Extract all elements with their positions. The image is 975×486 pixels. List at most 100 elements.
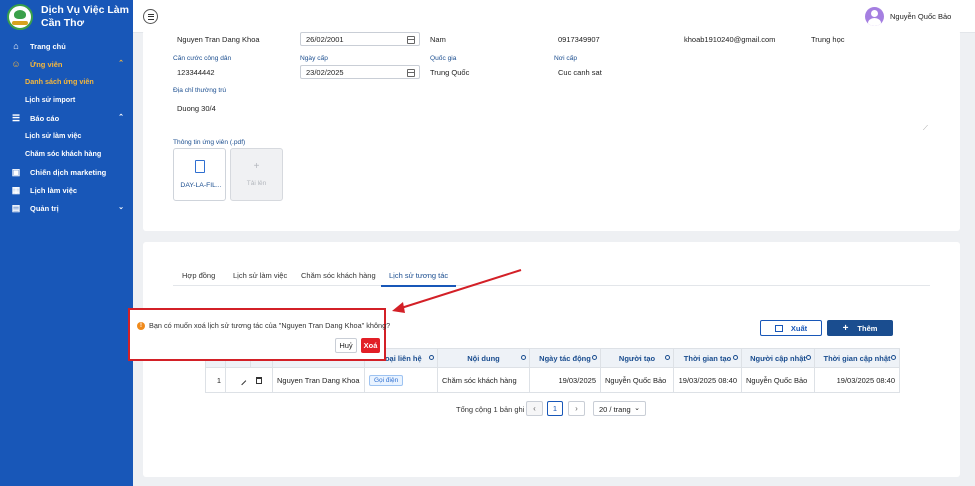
avatar[interactable] <box>865 7 884 26</box>
sidebar-item-candidates[interactable]: ☺ Ứng viên ⌃ <box>0 55 133 73</box>
page-size-value: 20 / trang <box>599 405 631 414</box>
edit-icon[interactable] <box>237 376 247 385</box>
cell-created-at: 19/03/2025 08:40 <box>674 368 742 393</box>
menu-toggle-icon[interactable] <box>143 9 158 24</box>
page-1-button[interactable]: 1 <box>547 401 563 416</box>
upload-button[interactable]: + Tải lên <box>230 148 283 201</box>
col-updated-at-label: Thời gian cập nhật <box>823 353 891 363</box>
sidebar-item-candidate-list[interactable]: Danh sách ứng viên <box>0 73 133 91</box>
search-icon[interactable] <box>521 355 526 360</box>
id-label: Căn cước công dân <box>173 55 232 62</box>
delete-icon[interactable] <box>256 377 262 384</box>
search-icon[interactable] <box>592 355 597 360</box>
chevron-down-icon: ⌄ <box>118 204 124 211</box>
col-contact-type-label: Loại liên hệ <box>380 353 422 363</box>
username[interactable]: Nguyễn Quốc Bảo <box>890 12 951 21</box>
dob-value: 26/02/2001 <box>306 35 344 44</box>
cell-actions <box>226 368 273 393</box>
sidebar-item-label: Trang chủ <box>30 41 66 51</box>
uploaded-file[interactable]: DAY-LA-FIL... <box>173 148 226 201</box>
sidebar-item-customer-care[interactable]: Chăm sóc khách hàng <box>0 145 133 163</box>
sidebar-item-marketing[interactable]: ▣ Chiến dịch marketing <box>0 163 133 181</box>
candidate-name: Nguyen Tran Dang Khoa <box>177 35 260 44</box>
issue-place-value: Cuc canh sat <box>558 68 602 77</box>
sidebar-item-work-history[interactable]: Lịch sử làm việc <box>0 127 133 145</box>
cancel-button[interactable]: Huỷ <box>335 338 357 353</box>
chevron-up-icon: ⌃ <box>118 114 124 121</box>
cell-name: Nguyen Tran Dang Khoa <box>273 368 365 393</box>
calendar-icon <box>407 69 415 77</box>
brand[interactable]: Dịch Vụ Việc Làm Cần Thơ <box>0 0 133 34</box>
chevron-down-icon: ⌄ <box>634 405 640 412</box>
admin-icon: ▤ <box>11 202 21 213</box>
phone-value: 0917349907 <box>558 35 600 44</box>
sidebar-nav: ⌂ Trang chủ ☺ Ứng viên ⌃ Danh sách ứng v… <box>0 37 133 217</box>
education-value: Trung học <box>811 35 845 44</box>
calendar-icon <box>407 36 415 44</box>
tab-work-history[interactable]: Lịch sử làm việc <box>233 266 287 286</box>
table-row[interactable]: 1 Nguyen Tran Dang Khoa Gọi điện Chăm só… <box>206 368 899 393</box>
nationality-value: Trung Quốc <box>430 68 470 77</box>
resize-handle-icon[interactable]: ⟋ <box>923 125 928 133</box>
col-content[interactable]: Nội dung <box>438 349 530 367</box>
file-icon <box>195 160 205 173</box>
chevron-left-icon: ‹ <box>533 404 536 413</box>
topbar: Nguyễn Quốc Bảo <box>133 0 975 33</box>
col-action-date[interactable]: Ngày tác động <box>530 349 601 367</box>
tabs: Hợp đồng Lịch sử làm việc Chăm sóc khách… <box>173 266 930 287</box>
cell-action-date: 19/03/2025 <box>530 368 601 393</box>
brand-line2: Cần Thơ <box>41 17 85 29</box>
delete-button[interactable]: Xoá <box>361 338 380 353</box>
tab-contracts[interactable]: Hợp đồng <box>182 266 215 286</box>
tab-customer-care[interactable]: Chăm sóc khách hàng <box>301 266 376 286</box>
sidebar-item-admin[interactable]: ▤ Quản trị ⌄ <box>0 199 133 217</box>
search-icon[interactable] <box>429 355 434 360</box>
brand-name: Dịch Vụ Việc Làm Cần Thơ <box>41 4 129 30</box>
col-created-at-label: Thời gian tạo <box>683 353 732 363</box>
tab-interaction-history[interactable]: Lịch sử tương tác <box>380 266 457 287</box>
sidebar-item-label: Lịch làm việc <box>30 185 78 195</box>
issue-place-label: Nơi cấp <box>554 55 578 62</box>
search-icon[interactable] <box>891 355 896 360</box>
sidebar-item-label: Báo cáo <box>30 113 60 123</box>
nationality-label: Quốc gia <box>430 55 457 62</box>
sidebar-item-reports[interactable]: ☰ Báo cáo ⌃ <box>0 109 133 127</box>
home-icon: ⌂ <box>13 41 19 51</box>
cell-updated-at: 19/03/2025 08:40 <box>836 376 895 385</box>
user-icon: ☺ <box>11 59 21 69</box>
cell-updater: Nguyễn Quốc Bảo <box>742 368 815 393</box>
col-creator[interactable]: Người tạo <box>601 349 674 367</box>
export-button[interactable]: Xuất <box>760 320 822 336</box>
sidebar-item-schedule[interactable]: ▦ Lịch làm việc <box>0 181 133 199</box>
export-label: Xuất <box>790 323 808 333</box>
sidebar-item-import-history[interactable]: Lịch sử import <box>0 91 133 109</box>
sidebar-item-label: Ứng viên <box>30 59 63 69</box>
col-action-date-label: Ngày tác động <box>539 353 591 363</box>
search-icon[interactable] <box>806 355 811 360</box>
col-updated-at[interactable]: Thời gian cập nhật <box>815 349 899 367</box>
next-page-button[interactable]: › <box>568 401 585 416</box>
warning-icon: ! <box>137 322 145 330</box>
address-value[interactable]: Duong 30/4 <box>177 104 216 113</box>
calendar-icon: ▦ <box>11 184 21 195</box>
sidebar-item-home[interactable]: ⌂ Trang chủ <box>0 37 133 55</box>
search-icon[interactable] <box>733 355 738 360</box>
logo <box>7 4 33 30</box>
search-icon[interactable] <box>665 355 670 360</box>
add-button[interactable]: + Thêm <box>827 320 893 336</box>
chevron-right-icon: › <box>575 404 578 413</box>
col-updater[interactable]: Người cập nhật <box>742 349 815 367</box>
col-created-at[interactable]: Thời gian tạo <box>674 349 742 367</box>
col-creator-label: Người tạo <box>618 353 656 363</box>
add-label: Thêm <box>857 323 878 333</box>
plus-icon: + <box>253 161 260 172</box>
delete-confirm-popover: ! Bạn có muốn xoá lịch sử tương tác của … <box>128 308 390 361</box>
contact-type-tag: Gọi điện <box>369 375 404 386</box>
issue-date-field[interactable]: 23/02/2025 <box>300 65 420 79</box>
total-records: Tổng cộng 1 bản ghi <box>456 405 525 414</box>
col-content-label: Nội dung <box>467 353 500 363</box>
prev-page-button[interactable]: ‹ <box>526 401 543 416</box>
candidate-info-card: Nguyen Tran Dang Khoa 26/02/2001 Nam 091… <box>143 30 960 231</box>
page-size-select[interactable]: 20 / trang ⌄ <box>593 401 646 416</box>
dob-field[interactable]: 26/02/2001 <box>300 32 420 46</box>
